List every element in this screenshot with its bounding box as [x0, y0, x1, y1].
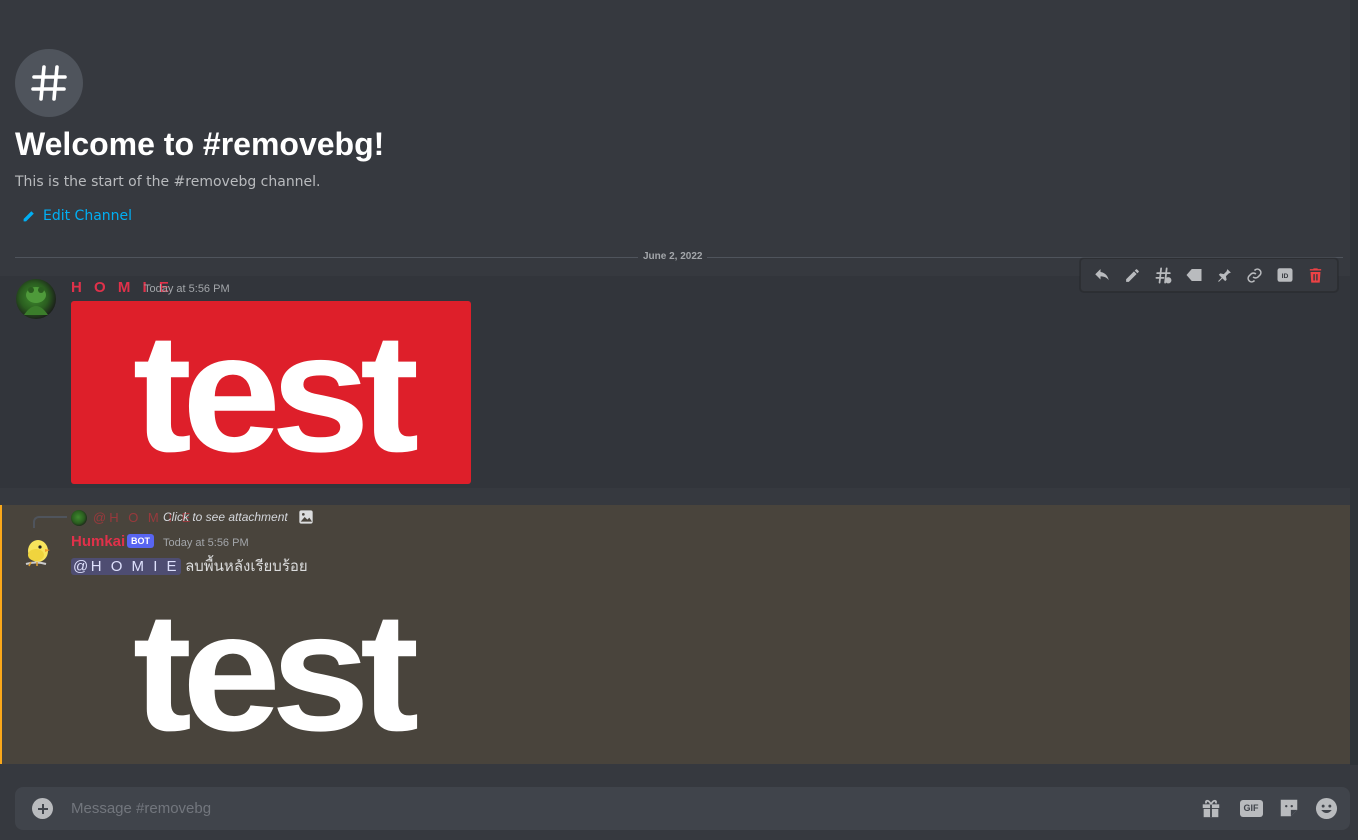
copy-link-button[interactable] — [1243, 263, 1267, 287]
gift-button[interactable] — [1199, 796, 1223, 820]
reply-avatar[interactable] — [71, 510, 87, 526]
chick-avatar-icon — [25, 540, 50, 567]
smiley-icon — [1315, 797, 1337, 819]
reply-icon — [1095, 269, 1109, 281]
hash-icon — [31, 65, 67, 101]
image-text: test — [132, 301, 420, 484]
sticker-button[interactable] — [1277, 796, 1301, 820]
pin-icon — [1217, 268, 1231, 282]
message-toolbar: ID — [1080, 258, 1338, 292]
avatar[interactable] — [16, 279, 56, 319]
add-attachment-button[interactable] — [32, 798, 53, 819]
bot-badge: BOT — [127, 534, 154, 548]
channel-hash-icon — [15, 49, 83, 117]
image-text: test — [132, 580, 420, 763]
frog-avatar-icon — [24, 287, 48, 315]
delete-icon — [1310, 267, 1322, 283]
tag-button[interactable] — [1182, 263, 1206, 287]
reply-preview[interactable]: Click to see attachment — [163, 510, 288, 524]
pencil-icon — [23, 210, 34, 221]
delete-button[interactable] — [1304, 263, 1328, 287]
edit-icon — [1126, 268, 1140, 282]
message-text: ลบพื้นหลังเรียบร้อย — [185, 557, 308, 575]
pin-button[interactable] — [1212, 263, 1236, 287]
emoji-button[interactable] — [1314, 796, 1338, 820]
welcome-title: Welcome to #removebg! — [15, 126, 385, 162]
reply-button[interactable] — [1090, 263, 1114, 287]
scrollbar[interactable] — [1350, 0, 1358, 765]
reply-spine — [33, 516, 67, 528]
user-mention[interactable]: @H O M I E — [71, 557, 182, 575]
sticker-icon — [1280, 799, 1298, 817]
gif-icon: GIF — [1239, 799, 1263, 817]
attachment-image[interactable]: test — [71, 580, 471, 763]
create-thread-icon — [1155, 267, 1172, 283]
welcome-subtitle: This is the start of the #removebg chann… — [15, 174, 321, 190]
attachment-image[interactable]: test — [71, 301, 471, 484]
edit-button[interactable] — [1121, 263, 1145, 287]
image-icon — [298, 509, 314, 529]
date-divider-label: June 2, 2022 — [638, 251, 708, 262]
create-thread-button[interactable] — [1151, 263, 1175, 287]
edit-channel-label: Edit Channel — [43, 208, 133, 224]
tag-icon — [1186, 269, 1202, 281]
gif-button[interactable]: GIF — [1239, 796, 1263, 820]
gift-icon — [1202, 799, 1220, 818]
message-content: @H O M I E ลบพื้นหลังเรียบร้อย — [71, 554, 308, 578]
plus-icon — [37, 803, 48, 814]
copy-link-icon — [1247, 267, 1262, 283]
copy-id-icon: ID — [1277, 268, 1293, 282]
message-composer: GIF — [15, 787, 1350, 830]
edit-channel-button[interactable]: Edit Channel — [22, 208, 132, 224]
message-input[interactable] — [71, 787, 1171, 830]
message-username[interactable]: Humkai — [71, 533, 125, 550]
bot-avatar[interactable] — [16, 533, 56, 573]
copy-id-button[interactable]: ID — [1273, 263, 1297, 287]
svg-text:ID: ID — [1282, 273, 1289, 280]
message-timestamp: Today at 5:56 PM — [144, 283, 230, 295]
message-timestamp: Today at 5:56 PM — [163, 537, 249, 549]
